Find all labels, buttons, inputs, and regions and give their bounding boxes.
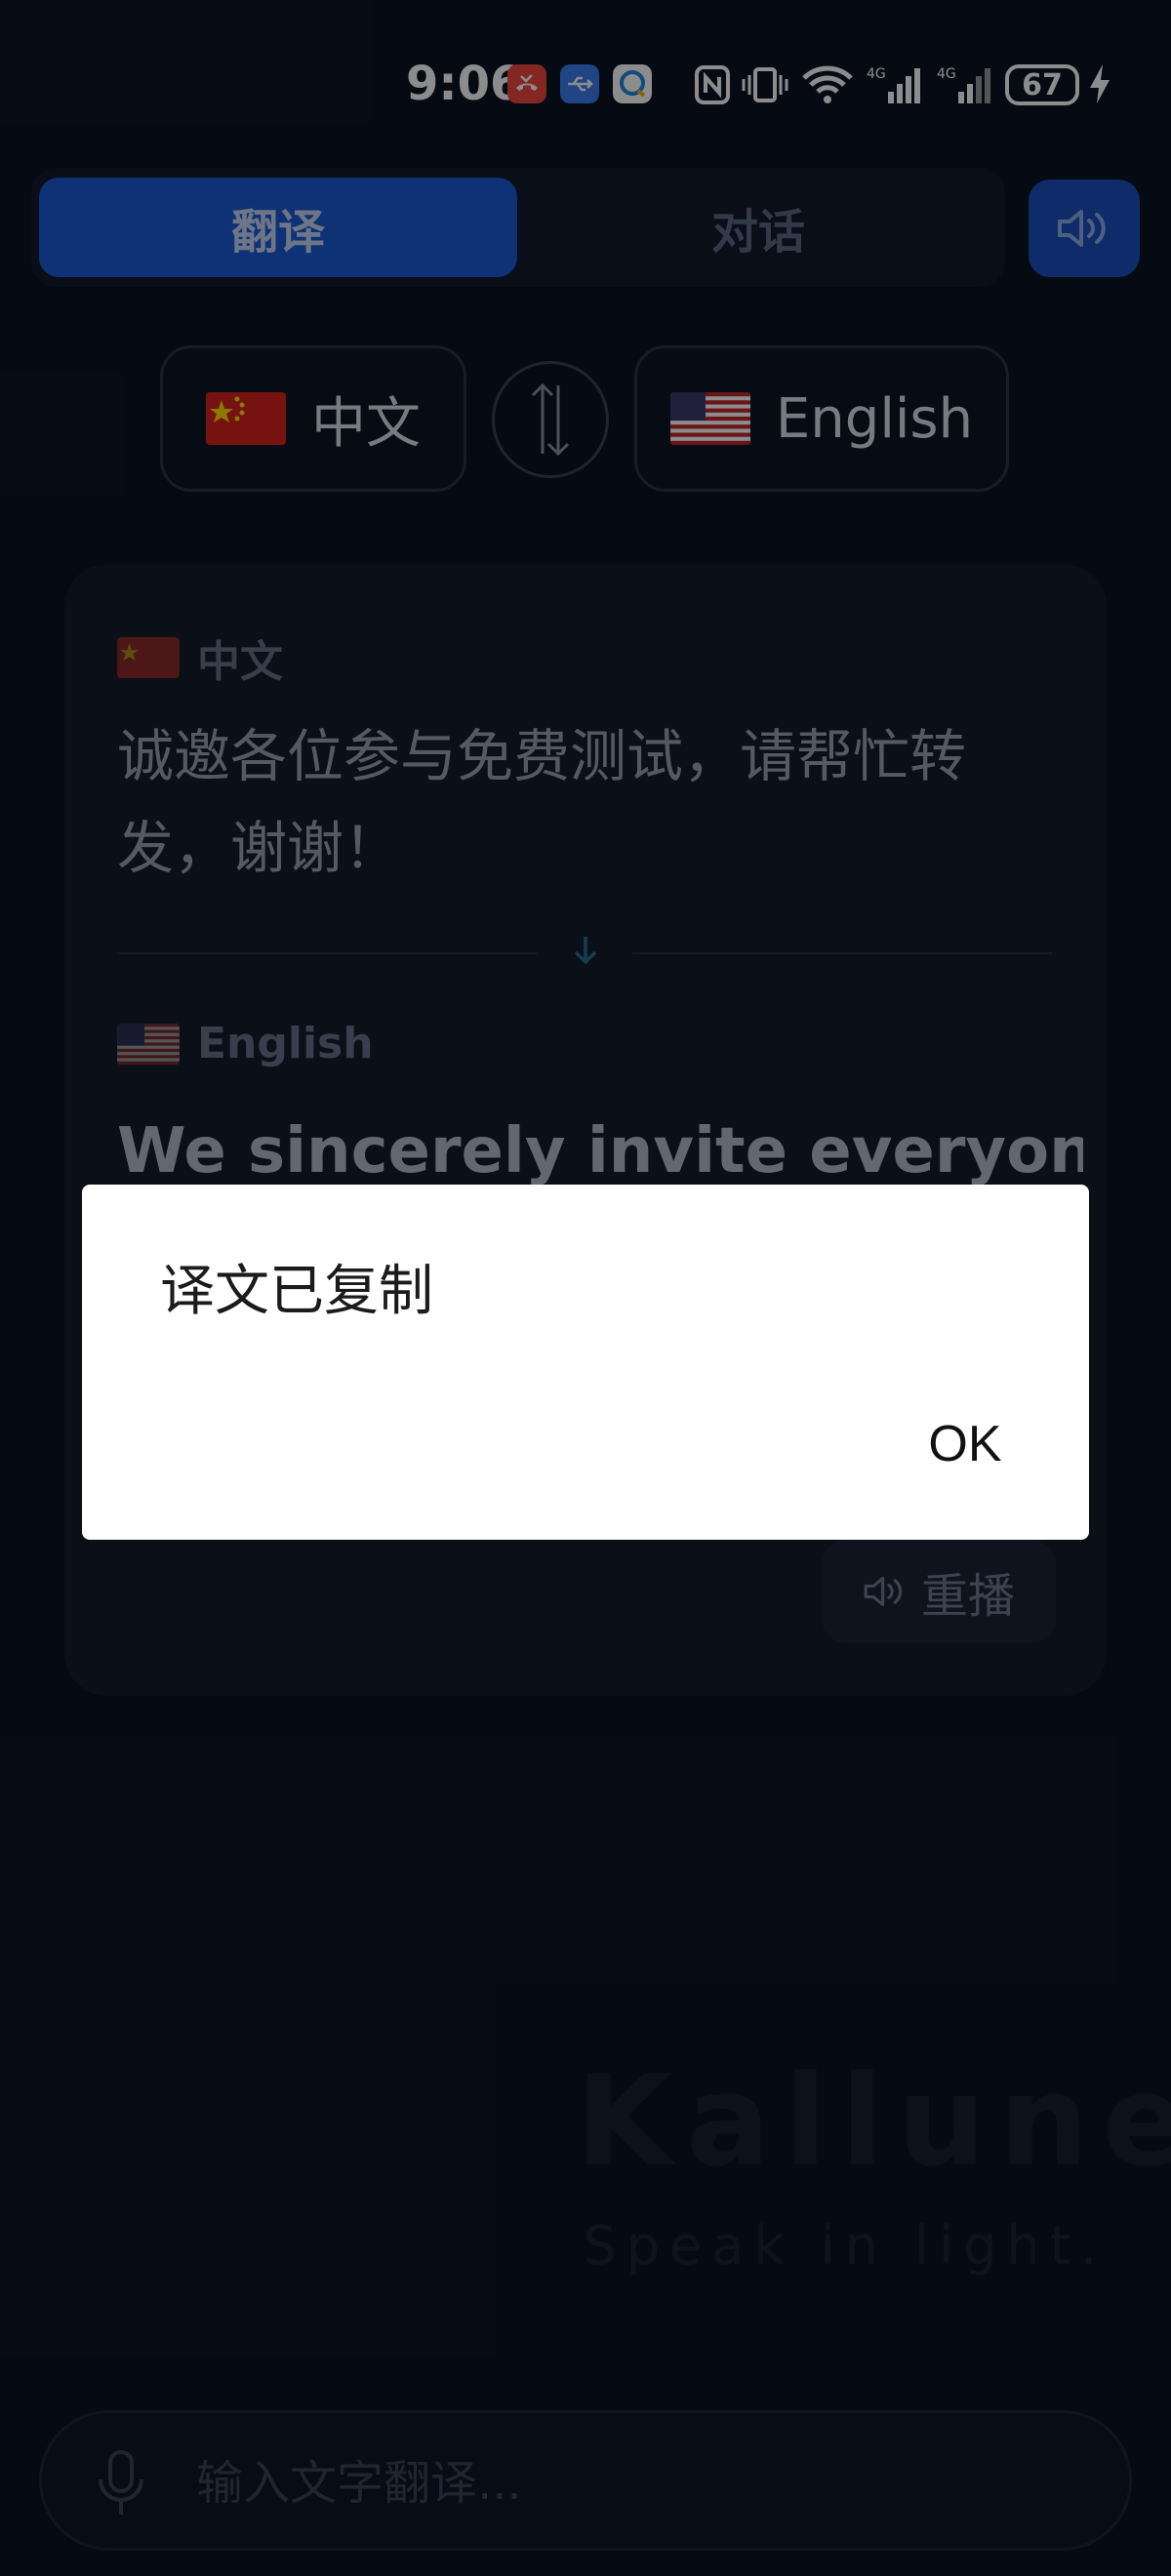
- copied-dialog: 译文已复制 OK: [82, 1185, 1089, 1540]
- dialog-message: 译文已复制: [160, 1260, 433, 1323]
- ok-button[interactable]: OK: [882, 1393, 1048, 1495]
- app-screen: 9:06 4G 4G 67 翻译 对话 中文 English 中文 诚邀各位参与…: [0, 0, 1171, 2576]
